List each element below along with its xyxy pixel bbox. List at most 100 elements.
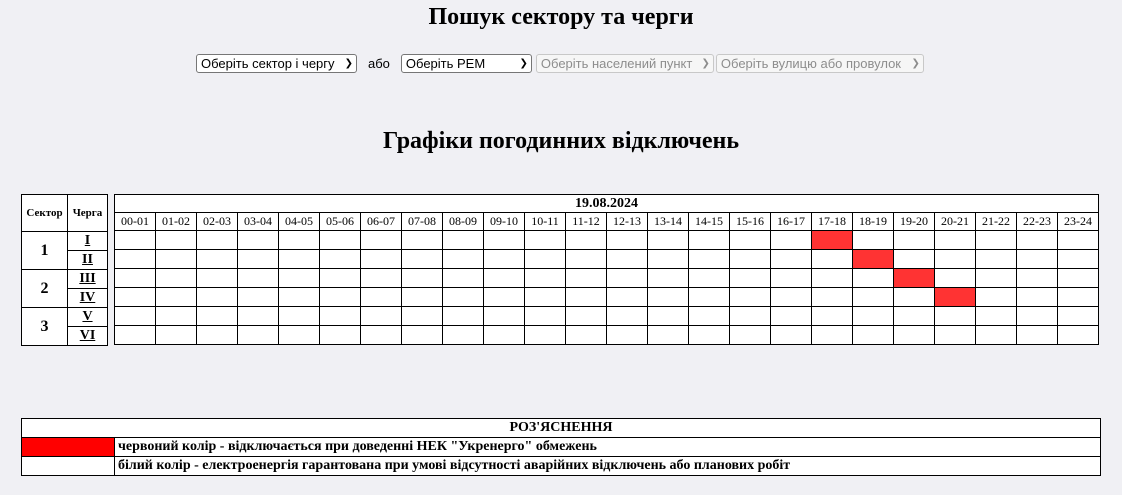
- hour-cell: [278, 249, 320, 269]
- hour-cell: [893, 325, 935, 345]
- outage-cell: [811, 230, 853, 250]
- hour-header: 15-16: [729, 212, 771, 231]
- rem-select-value: Оберіть РЕМ: [405, 55, 486, 71]
- hour-cell: [1057, 230, 1099, 250]
- hour-cell: [114, 306, 156, 326]
- hours-header-row: 00-01 01-02 02-03 03-04 04-05 05-06 06-07 07-08…: [114, 212, 1099, 231]
- legend-white-text: білий колір - електроенергія гарантована…: [114, 456, 1101, 476]
- hour-cell: [319, 306, 361, 326]
- hour-header: 04-05: [278, 212, 320, 231]
- hour-cell: [483, 306, 525, 326]
- hour-cell: [647, 230, 689, 250]
- locality-select-value: Оберіть населений пункт: [540, 55, 693, 71]
- hour-cell: [1016, 306, 1058, 326]
- hour-cell: [114, 230, 156, 250]
- hour-cell: [934, 249, 976, 269]
- hour-cell: [196, 230, 238, 250]
- queue-link[interactable]: IV: [67, 288, 108, 308]
- hour-cell: [278, 230, 320, 250]
- sector-queue-select-value: Оберіть сектор і чергу: [201, 55, 335, 71]
- queue-row: [114, 268, 1099, 288]
- hour-cell: [811, 306, 853, 326]
- queue-link[interactable]: VI: [67, 326, 108, 346]
- search-controls: Оберіть сектор і чергу ❯ або Оберіть РЕМ…: [196, 53, 924, 73]
- hour-cell: [729, 287, 771, 307]
- hour-cell: [524, 249, 566, 269]
- hour-cell: [688, 249, 730, 269]
- hour-header: 13-14: [647, 212, 689, 231]
- hour-cell: [237, 249, 279, 269]
- hour-header: 05-06: [319, 212, 361, 231]
- or-label: або: [368, 55, 390, 71]
- hour-cell: [524, 306, 566, 326]
- hour-header: 09-10: [483, 212, 525, 231]
- queue-row: [114, 325, 1099, 345]
- hour-header: 16-17: [770, 212, 812, 231]
- hour-cell: [442, 325, 484, 345]
- hour-cell: [811, 268, 853, 288]
- hour-cell: [647, 268, 689, 288]
- hour-cell: [401, 268, 443, 288]
- locality-select[interactable]: Оберіть населений пункт ❯: [535, 53, 714, 73]
- hour-header: 10-11: [524, 212, 566, 231]
- hour-cell: [278, 287, 320, 307]
- hour-cell: [975, 268, 1017, 288]
- hour-cell: [442, 249, 484, 269]
- hour-cell: [688, 325, 730, 345]
- hour-cell: [237, 287, 279, 307]
- hour-cell: [893, 230, 935, 250]
- queue-link[interactable]: II: [67, 250, 108, 270]
- hour-cell: [442, 268, 484, 288]
- queue-row: [114, 287, 1099, 307]
- hour-cell: [442, 287, 484, 307]
- hour-cell: [565, 325, 607, 345]
- hour-cell: [934, 325, 976, 345]
- hour-cell: [1016, 249, 1058, 269]
- hour-cell: [1057, 287, 1099, 307]
- hour-cell: [770, 230, 812, 250]
- queue-link[interactable]: V: [67, 307, 108, 327]
- outage-cell: [852, 249, 894, 269]
- queue-link[interactable]: III: [67, 269, 108, 289]
- hour-cell: [688, 268, 730, 288]
- hour-header: 20-21: [934, 212, 976, 231]
- outage-cell: [934, 287, 976, 307]
- schedule-date: 19.08.2024: [114, 194, 1099, 213]
- hour-cell: [319, 249, 361, 269]
- queue-row: [114, 306, 1099, 326]
- sector-label: 1: [21, 231, 68, 270]
- legend-table: РОЗ'ЯСНЕННЯ червоний колір - відключаєть…: [21, 418, 1101, 476]
- hour-header: 11-12: [565, 212, 607, 231]
- hour-cell: [606, 230, 648, 250]
- hour-cell: [811, 287, 853, 307]
- hour-cell: [1016, 287, 1058, 307]
- page-title: Пошук сектору та черги: [428, 4, 694, 30]
- hour-header: 12-13: [606, 212, 648, 231]
- hour-header: 03-04: [237, 212, 279, 231]
- hour-cell: [155, 325, 197, 345]
- hour-cell: [524, 230, 566, 250]
- hour-cell: [483, 249, 525, 269]
- street-select[interactable]: Оберіть вулицю або провулок ❯: [715, 53, 924, 73]
- hour-cell: [319, 230, 361, 250]
- street-select-value: Оберіть вулицю або провулок: [720, 55, 901, 71]
- hour-cell: [114, 268, 156, 288]
- hour-cell: [1016, 325, 1058, 345]
- hour-cell: [893, 249, 935, 269]
- hour-cell: [401, 230, 443, 250]
- rem-select[interactable]: Оберіть РЕМ ❯: [400, 53, 532, 73]
- sector-queue-select[interactable]: Оберіть сектор і чергу ❯: [196, 53, 357, 73]
- hour-cell: [155, 249, 197, 269]
- hour-cell: [1016, 268, 1058, 288]
- hour-cell: [606, 268, 648, 288]
- hour-cell: [647, 249, 689, 269]
- hour-cell: [975, 287, 1017, 307]
- hour-cell: [114, 249, 156, 269]
- hour-cell: [770, 287, 812, 307]
- outage-schedule-grid: 19.08.2024 00-01 01-02 02-03 03-04 04-05 05-0…: [114, 194, 1099, 345]
- hour-cell: [524, 325, 566, 345]
- hour-cell: [647, 325, 689, 345]
- hour-header: 00-01: [114, 212, 156, 231]
- queue-link[interactable]: I: [67, 231, 108, 251]
- hour-cell: [688, 287, 730, 307]
